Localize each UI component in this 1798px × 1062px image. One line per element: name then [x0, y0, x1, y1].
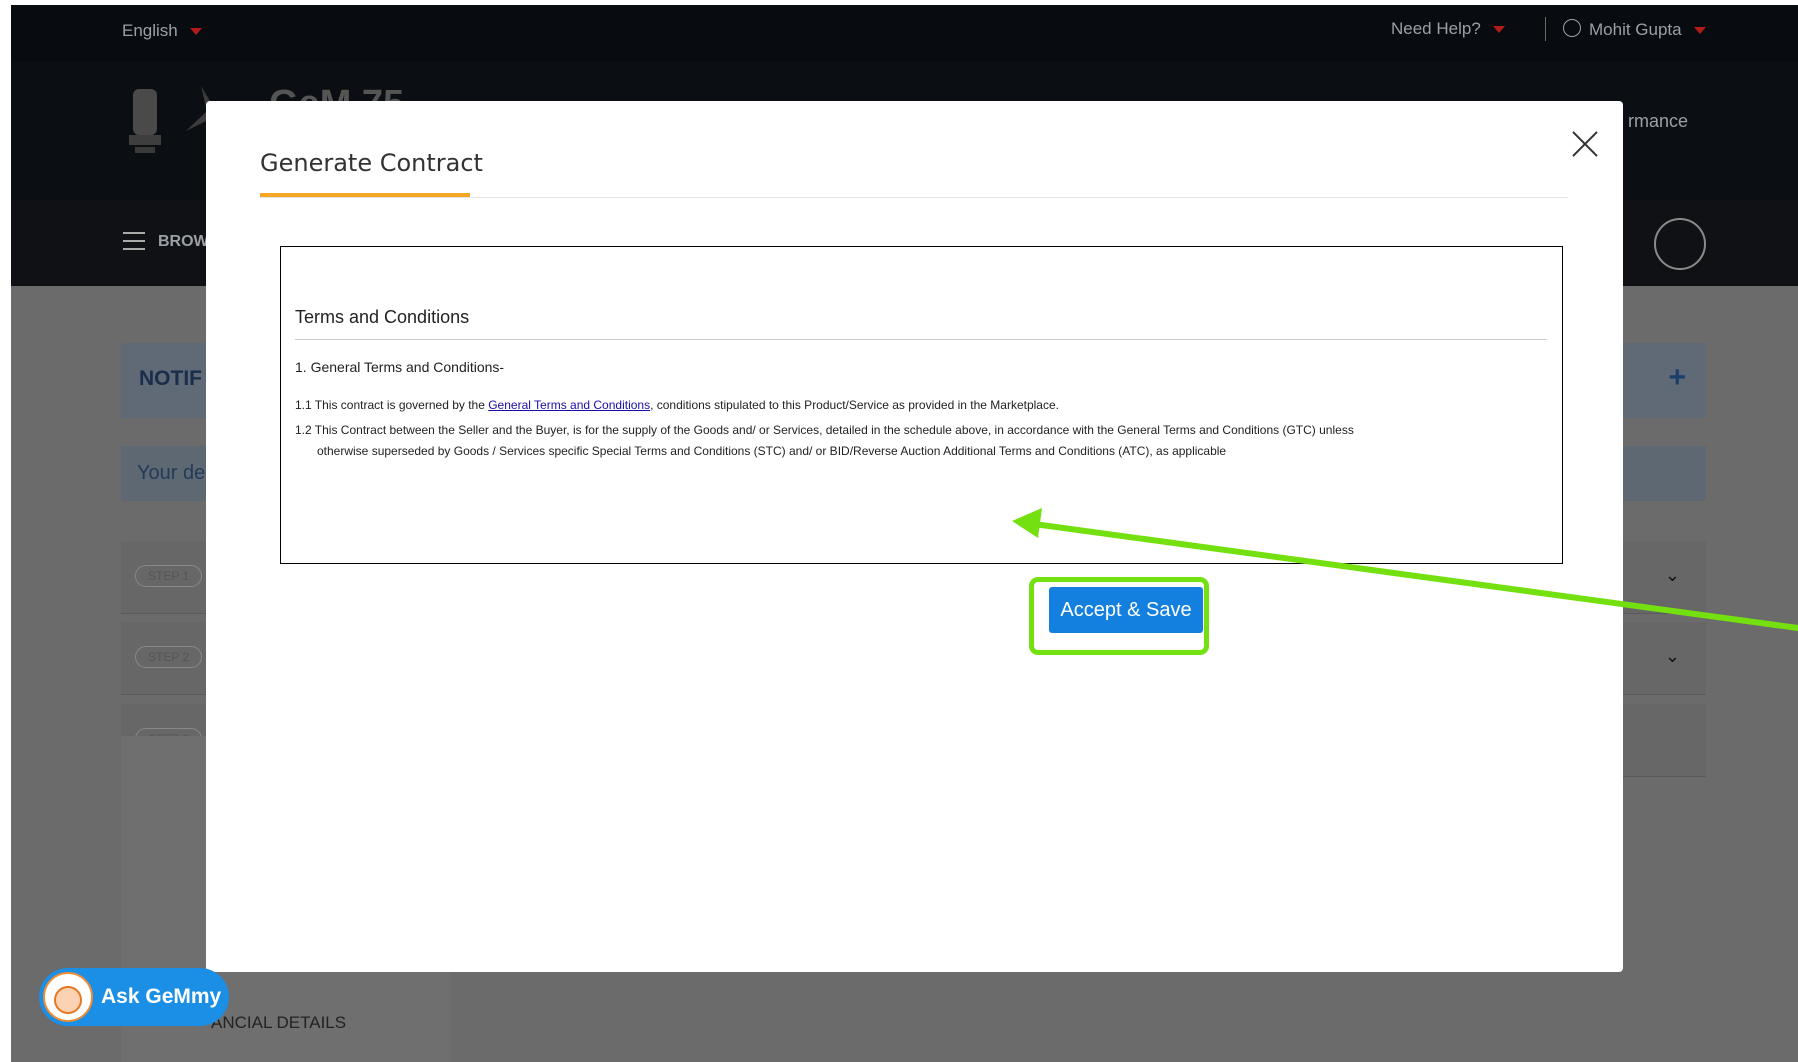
clause-2-line-1: 1.2 This Contract between the Seller and… [295, 423, 1354, 437]
header-separator [1545, 17, 1546, 41]
user-icon [1563, 19, 1581, 37]
top-utility-bar: English Need Help? Mohit Gupta [11, 5, 1798, 61]
language-selector[interactable]: English [122, 21, 202, 41]
browse-menu[interactable]: BROW [158, 233, 209, 251]
clause-2-line-2: otherwise superseded by Goods / Services… [317, 444, 1227, 458]
chevron-down-icon[interactable]: ⌄ [1665, 646, 1680, 667]
step-badge: STEP 2 [135, 646, 203, 668]
step-badge: STEP 1 [135, 565, 203, 587]
gemmy-avatar-icon [43, 972, 93, 1022]
need-help-menu[interactable]: Need Help? [1391, 19, 1505, 39]
gemmy-face [54, 986, 82, 1014]
modal-divider [260, 197, 1568, 198]
gtc-heading: 1. General Terms and Conditions- [295, 359, 505, 375]
assistant-globe-icon[interactable] [1654, 218, 1706, 270]
financial-details-label[interactable]: ANCIAL DETAILS [211, 1013, 346, 1033]
language-caret-icon [189, 28, 202, 36]
clause-1: 1.1 This contract is governed by the Gen… [295, 398, 1059, 412]
ask-gemmy-button[interactable]: Ask GeMmy [39, 968, 229, 1026]
language-label: English [122, 21, 178, 40]
ask-gemmy-label: Ask GeMmy [101, 985, 222, 1008]
clause-1-suffix: , conditions stipulated to this Product/… [650, 398, 1059, 412]
national-emblem-icon [129, 89, 161, 153]
notifications-title: NOTIF [139, 367, 202, 390]
terms-heading: Terms and Conditions [295, 307, 470, 327]
user-menu[interactable]: Mohit Gupta [1563, 19, 1706, 40]
expand-plus-icon[interactable]: + [1668, 361, 1686, 395]
need-help-label: Need Help? [1391, 19, 1481, 38]
your-details-title: Your de [137, 462, 206, 484]
modal-title: Generate Contract [260, 149, 483, 177]
generate-contract-modal: Generate Contract Terms and Conditions 1… [206, 101, 1623, 972]
user-caret-icon [1693, 27, 1706, 35]
close-icon[interactable] [1570, 129, 1600, 159]
clause-1-prefix: 1.1 This contract is governed by the [295, 398, 489, 412]
brand-right-text: rmance [1628, 111, 1689, 131]
chevron-down-icon[interactable]: ⌄ [1665, 565, 1680, 586]
help-caret-icon [1492, 26, 1505, 34]
hamburger-menu-icon[interactable] [123, 232, 145, 250]
accept-save-button[interactable]: Accept & Save [1049, 587, 1203, 633]
terms-divider [295, 339, 1547, 340]
terms-box: Terms and Conditions 1. General Terms an… [280, 246, 1563, 564]
gtc-link[interactable]: General Terms and Conditions [488, 398, 650, 412]
user-name: Mohit Gupta [1589, 20, 1682, 39]
